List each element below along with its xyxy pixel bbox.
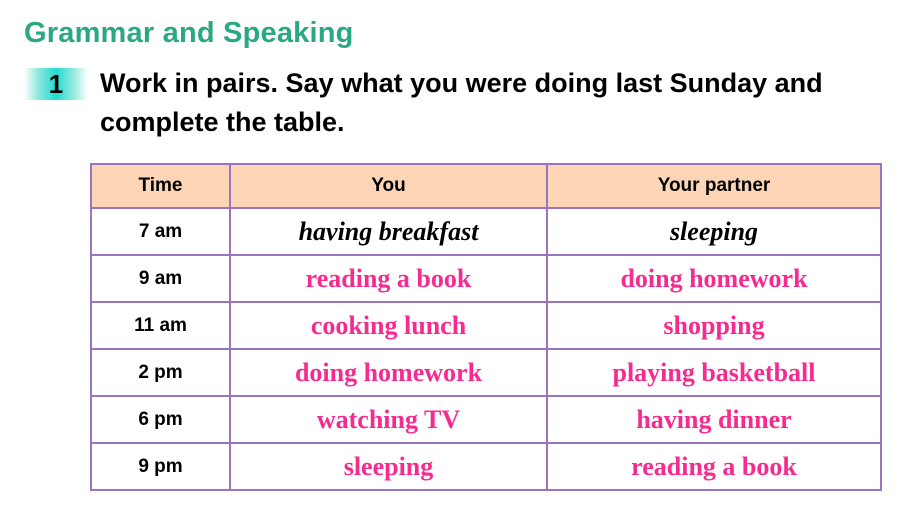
cell-time: 9 am	[90, 254, 231, 303]
column-header-you: You	[229, 163, 548, 209]
task-number-badge: 1	[24, 68, 88, 100]
table-row: 7 am having breakfast sleeping	[90, 207, 882, 256]
column-header-time: Time	[90, 163, 231, 209]
cell-you-activity[interactable]: having breakfast	[229, 207, 548, 256]
table-row: 9 am reading a book doing homework	[90, 254, 882, 303]
cell-partner-activity[interactable]: sleeping	[546, 207, 882, 256]
cell-you-activity[interactable]: doing homework	[229, 348, 548, 397]
task-instruction-text: Work in pairs. Say what you were doing l…	[100, 68, 823, 137]
table-row: 2 pm doing homework playing basketball	[90, 348, 882, 397]
table-row: 6 pm watching TV having dinner	[90, 395, 882, 444]
cell-partner-activity[interactable]: playing basketball	[546, 348, 882, 397]
cell-you-activity[interactable]: reading a book	[229, 254, 548, 303]
table-header-row: Time You Your partner	[90, 163, 882, 209]
schedule-table-container: Time You Your partner 7 am having breakfa…	[90, 163, 882, 491]
cell-partner-activity[interactable]: reading a book	[546, 442, 882, 491]
cell-you-activity[interactable]: watching TV	[229, 395, 548, 444]
task-block: 1 Work in pairs. Say what you were doing…	[24, 64, 884, 142]
cell-partner-activity[interactable]: shopping	[546, 301, 882, 350]
cell-time: 6 pm	[90, 395, 231, 444]
cell-time: 11 am	[90, 301, 231, 350]
cell-you-activity[interactable]: cooking lunch	[229, 301, 548, 350]
cell-time: 9 pm	[90, 442, 231, 491]
schedule-table: Time You Your partner 7 am having breakfa…	[90, 163, 882, 491]
task-number-label: 1	[48, 69, 64, 99]
cell-partner-activity[interactable]: doing homework	[546, 254, 882, 303]
schedule-table-body: 7 am having breakfast sleeping 9 am reading …	[90, 207, 882, 491]
column-header-partner: Your partner	[546, 163, 882, 209]
table-row: 9 pm sleeping reading a book	[90, 442, 882, 491]
cell-time: 2 pm	[90, 348, 231, 397]
table-row: 11 am cooking lunch shopping	[90, 301, 882, 350]
cell-time: 7 am	[90, 207, 231, 256]
cell-you-activity[interactable]: sleeping	[229, 442, 548, 491]
cell-partner-activity[interactable]: having dinner	[546, 395, 882, 444]
section-title: Grammar and Speaking	[24, 17, 354, 49]
